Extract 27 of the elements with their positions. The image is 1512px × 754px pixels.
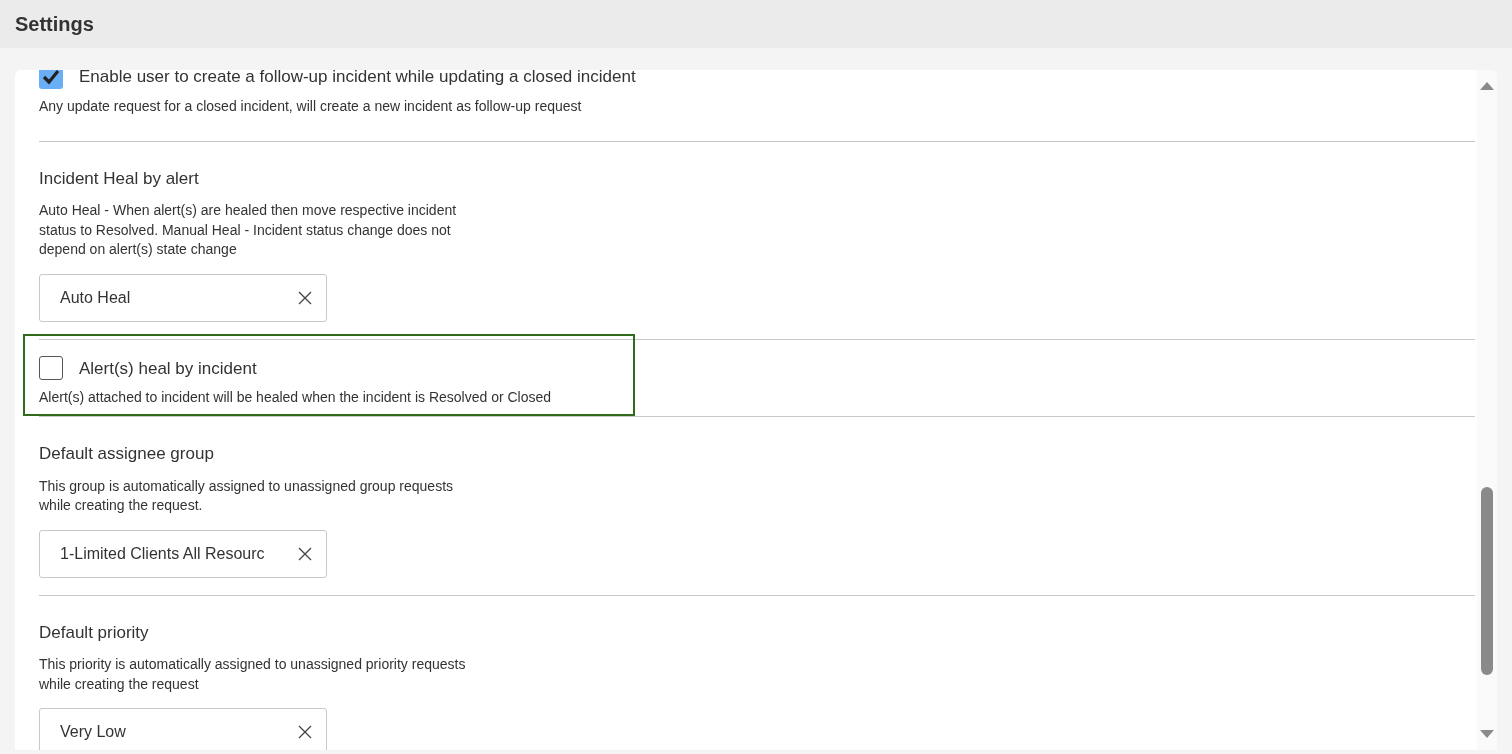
setting-title: Incident Heal by alert [39,167,200,190]
clear-icon[interactable] [298,546,312,561]
scroll-up-icon[interactable] [1480,82,1494,90]
page-title: Settings [15,12,94,37]
setting-title: Default priority [39,621,150,644]
setting-description: Alert(s) attached to incident will be healed when the incident is Resolved or Closed [39,388,553,407]
select-field[interactable]: 1-Limited Clients All Resourc [39,529,327,578]
setting-description: Auto Heal - When alert(s) are healed then move respective incident status to Resolved. Manual Heal - Incident status change does not depend on alert(s) state change [39,201,458,259]
clear-icon[interactable] [298,290,312,305]
select-field[interactable]: Very Low [39,708,327,750]
scrollbar-thumb[interactable] [1481,487,1493,675]
checkbox[interactable] [39,356,63,381]
checkbox[interactable] [39,70,63,89]
setting-description: This group is automatically assigned to unassigned group requests while creating the request. [39,476,455,515]
setting-description: This priority is automatically assigned to unassigned priority requests while creating the request [39,655,467,694]
checkbox-label[interactable]: Enable user to create a follow-up incident while updating a closed incident [79,70,636,90]
select-field[interactable]: Auto Heal [39,273,327,322]
clear-icon[interactable] [298,725,312,739]
scrollbar[interactable] [1477,70,1497,750]
select-value: Auto Heal [60,287,131,308]
setting-title: Default assignee group [39,443,215,465]
setting-description: Any update request for a closed incident, will create a new incident as follow-up request [39,96,583,116]
select-value: 1-Limited Clients All Resourc [60,543,265,564]
select-value: Very Low [60,722,126,742]
scroll-down-icon[interactable] [1480,730,1494,738]
check-icon [42,70,60,85]
checkbox-label[interactable]: Alert(s) heal by incident [79,355,257,381]
